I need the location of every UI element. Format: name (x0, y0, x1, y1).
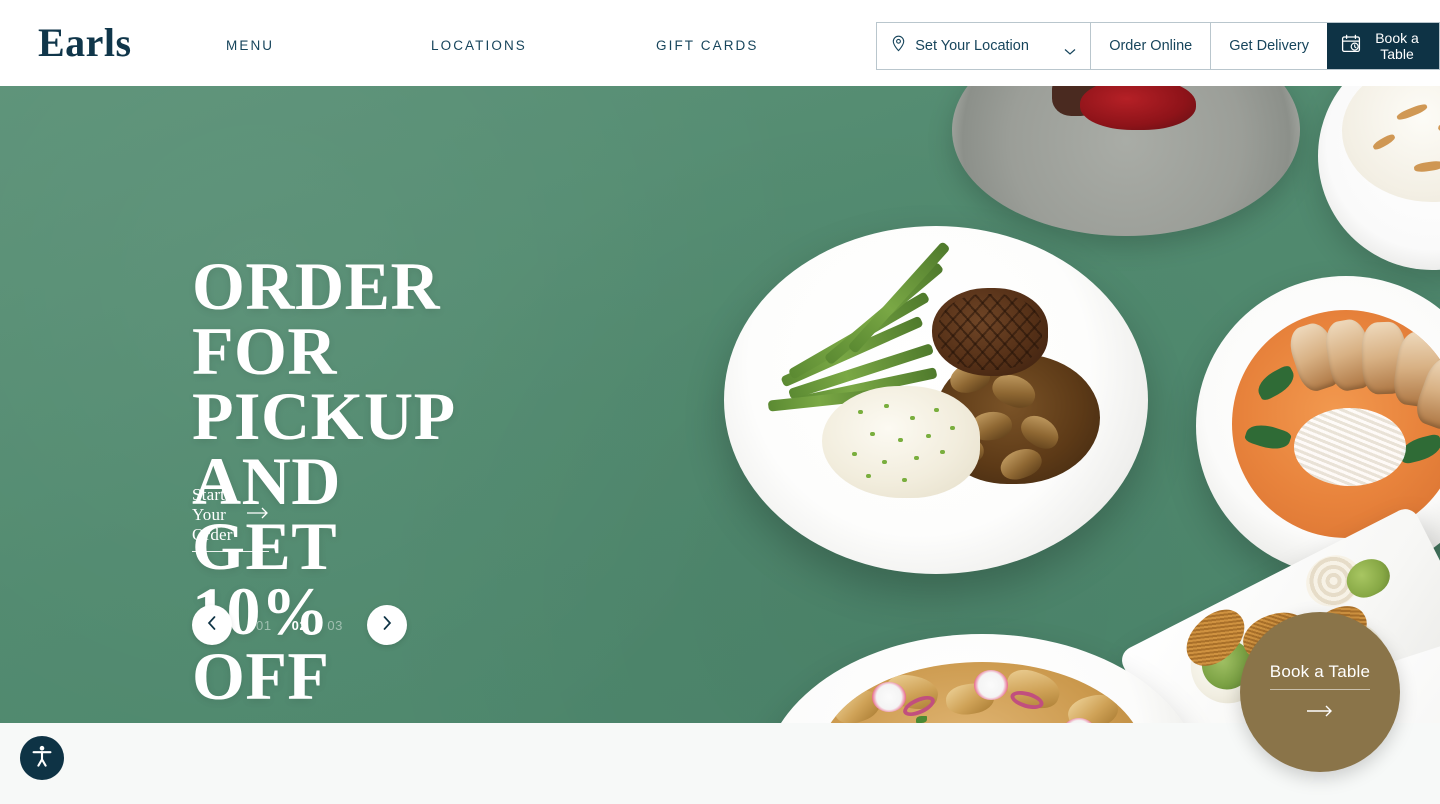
onion-garnish (1294, 408, 1406, 486)
site-header: Earls MENU LOCATIONS GIFT CARDS Set Your… (0, 0, 1440, 86)
carousel-indicator-02[interactable]: 02 (292, 618, 308, 633)
set-location-dropdown[interactable]: Set Your Location (877, 23, 1092, 69)
calamari-pile (820, 662, 1144, 723)
book-a-table-floating-label: Book a Table (1269, 662, 1371, 690)
carousel-indicators: 01 02 03 (256, 618, 343, 633)
chevron-left-icon (207, 615, 217, 635)
steak-plate (724, 226, 1148, 574)
carousel-indicator-03[interactable]: 03 (327, 618, 343, 633)
start-your-order-label: Start Your Order (192, 485, 233, 544)
carousel-prev-button[interactable] (192, 605, 232, 645)
chevron-down-icon (1064, 43, 1076, 61)
calendar-clock-icon (1341, 34, 1361, 59)
primary-navigation: MENU LOCATIONS GIFT CARDS (226, 38, 826, 58)
nav-item-gift-cards[interactable]: GIFT CARDS (656, 38, 759, 53)
book-a-table-header-button[interactable]: Book a Table (1327, 23, 1439, 69)
hero-section: ORDER FOR PICKUP AND GET 10% OFF Start Y… (0, 86, 1440, 723)
grilled-steak (932, 288, 1048, 376)
set-location-label: Set Your Location (915, 38, 1029, 54)
arrow-right-icon (246, 506, 269, 524)
page-body (0, 723, 1440, 804)
grey-plate (952, 86, 1300, 236)
start-your-order-link[interactable]: Start Your Order (192, 485, 269, 552)
book-a-table-floating-button[interactable]: Book a Table (1240, 612, 1400, 772)
carousel-indicator-01[interactable]: 01 (256, 618, 272, 633)
chevron-right-icon (382, 615, 392, 635)
carousel-next-button[interactable] (367, 605, 408, 645)
book-a-table-header-label: Book a Table (1375, 30, 1419, 62)
dessert-red (1080, 86, 1196, 130)
hero-carousel-controls: 01 02 03 (192, 605, 408, 645)
rice-bowl (1318, 86, 1440, 270)
accessibility-button[interactable] (20, 736, 64, 780)
map-pin-icon (891, 35, 906, 57)
nav-item-locations[interactable]: LOCATIONS (431, 38, 527, 53)
get-delivery-button[interactable]: Get Delivery (1211, 23, 1327, 69)
accessibility-person-icon (29, 743, 55, 774)
header-actions: Set Your Location Order Online Get Deliv… (876, 22, 1440, 70)
nav-item-menu[interactable]: MENU (226, 38, 274, 53)
mashed-potatoes (822, 386, 980, 498)
curry-broth (1232, 310, 1440, 538)
earls-logo[interactable]: Earls (38, 20, 132, 66)
order-online-button[interactable]: Order Online (1091, 23, 1212, 69)
arrow-right-icon (1307, 704, 1333, 722)
